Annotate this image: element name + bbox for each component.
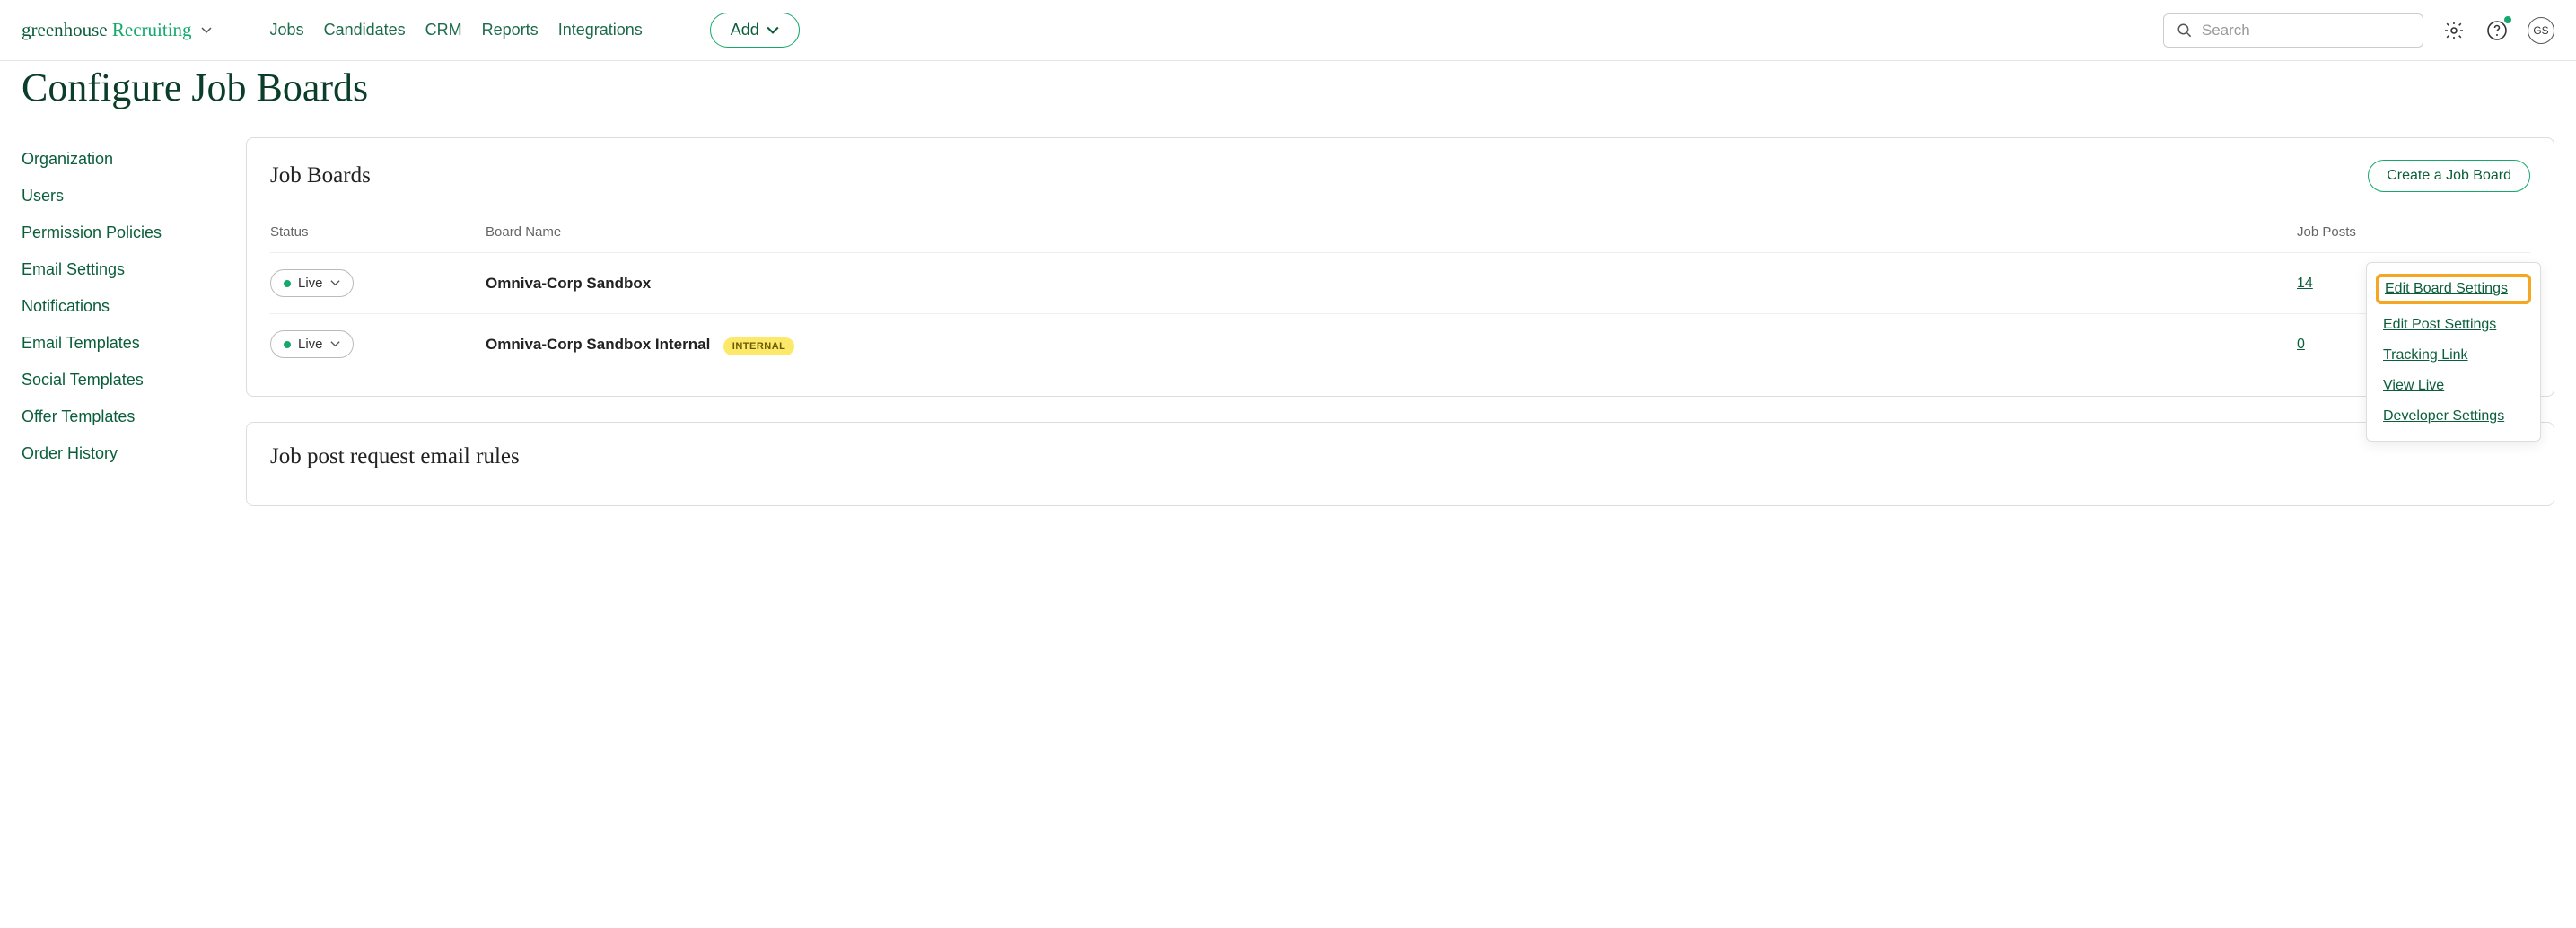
status-dot-icon (284, 341, 291, 348)
sidebar-item-organization[interactable]: Organization (22, 141, 210, 178)
menu-developer-settings[interactable]: Developer Settings (2374, 401, 2533, 432)
help-button[interactable] (2484, 18, 2510, 43)
main-nav: Jobs Candidates CRM Reports Integrations (270, 21, 643, 39)
chevron-down-icon (330, 278, 340, 288)
sidebar-item-users[interactable]: Users (22, 178, 210, 214)
settings-button[interactable] (2441, 18, 2466, 43)
board-name: Omniva-Corp Sandbox Internal (486, 336, 710, 353)
top-bar: greenhouse Recruiting Jobs Candidates CR… (0, 0, 2576, 61)
panel-title: Job post request email rules (270, 444, 2530, 469)
user-avatar[interactable]: GS (2528, 17, 2554, 44)
nav-reports[interactable]: Reports (482, 21, 539, 39)
sidebar-item-order-history[interactable]: Order History (22, 435, 210, 472)
sidebar-item-offer-templates[interactable]: Offer Templates (22, 398, 210, 435)
main-content: Job Boards Create a Job Board Status Boa… (246, 137, 2554, 531)
panel-header: Job Boards Create a Job Board (270, 160, 2530, 192)
nav-jobs[interactable]: Jobs (270, 21, 304, 39)
help-icon (2486, 20, 2508, 41)
col-header-status: Status (270, 224, 486, 240)
gear-icon (2443, 20, 2465, 41)
job-boards-table: Status Board Name Job Posts Live (270, 217, 2530, 374)
brand-switcher[interactable]: greenhouse Recruiting (22, 19, 212, 41)
job-posts-count-link[interactable]: 0 (2297, 337, 2305, 352)
col-header-posts: Job Posts (2297, 224, 2476, 240)
brand-logo: greenhouse Recruiting (22, 19, 192, 41)
table-row: Live Omniva-Corp Sandbox 14 (270, 252, 2530, 313)
nav-integrations[interactable]: Integrations (558, 21, 643, 39)
sidebar-item-notifications[interactable]: Notifications (22, 288, 210, 325)
add-button-label: Add (731, 21, 759, 39)
search-box[interactable] (2163, 13, 2423, 48)
status-label: Live (298, 337, 323, 352)
job-posts-count-link[interactable]: 14 (2297, 276, 2313, 291)
sidebar-item-social-templates[interactable]: Social Templates (22, 362, 210, 398)
chevron-down-icon (330, 339, 340, 349)
chevron-down-icon (767, 24, 779, 37)
brand-part2: Recruiting (112, 19, 192, 40)
page-body: Organization Users Permission Policies E… (0, 119, 2576, 549)
col-header-name: Board Name (486, 224, 2297, 240)
internal-badge: INTERNAL (723, 337, 795, 355)
menu-tracking-link[interactable]: Tracking Link (2374, 340, 2533, 371)
status-selector[interactable]: Live (270, 269, 354, 297)
menu-edit-board-settings[interactable]: Edit Board Settings (2376, 274, 2531, 304)
table-row: Live Omniva-Corp Sandbox Internal INTERN… (270, 313, 2530, 374)
search-input[interactable] (2202, 22, 2410, 39)
menu-edit-post-settings[interactable]: Edit Post Settings (2374, 310, 2533, 340)
email-rules-panel: Job post request email rules (246, 422, 2554, 506)
add-button[interactable]: Add (710, 13, 800, 48)
status-label: Live (298, 276, 323, 291)
menu-view-live[interactable]: View Live (2374, 371, 2533, 401)
sidebar-item-permission-policies[interactable]: Permission Policies (22, 214, 210, 251)
create-job-board-button[interactable]: Create a Job Board (2368, 160, 2530, 192)
board-name: Omniva-Corp Sandbox (486, 275, 651, 292)
status-selector[interactable]: Live (270, 330, 354, 358)
row-actions-menu: Edit Board Settings Edit Post Settings T… (2366, 262, 2541, 442)
notification-dot-icon (2504, 16, 2511, 23)
panel-title: Job Boards (270, 163, 371, 188)
sidebar-item-email-settings[interactable]: Email Settings (22, 251, 210, 288)
brand-part1: greenhouse (22, 19, 108, 40)
sidebar-item-email-templates[interactable]: Email Templates (22, 325, 210, 362)
nav-crm[interactable]: CRM (425, 21, 462, 39)
job-boards-panel: Job Boards Create a Job Board Status Boa… (246, 137, 2554, 397)
status-dot-icon (284, 280, 291, 287)
settings-sidebar: Organization Users Permission Policies E… (22, 137, 210, 531)
avatar-initials: GS (2533, 24, 2548, 37)
page-title: Configure Job Boards (0, 61, 2576, 119)
table-header-row: Status Board Name Job Posts (270, 217, 2530, 252)
nav-candidates[interactable]: Candidates (324, 21, 406, 39)
chevron-down-icon (201, 25, 212, 36)
search-icon (2177, 22, 2193, 39)
